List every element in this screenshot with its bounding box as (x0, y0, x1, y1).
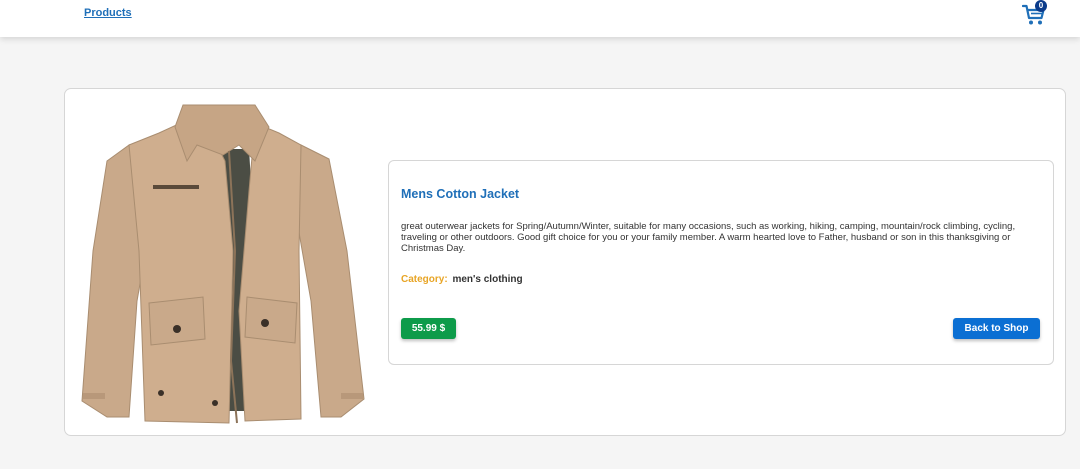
product-details-card: Mens Cotton Jacket great outerwear jacke… (388, 160, 1054, 365)
product-description: great outerwear jackets for Spring/Autum… (401, 221, 1016, 254)
product-image (79, 101, 369, 425)
product-title: Mens Cotton Jacket (401, 187, 520, 201)
navbar: Products 0 (0, 0, 1080, 37)
cart-count-badge: 0 (1035, 0, 1047, 12)
back-to-shop-button[interactable]: Back to Shop (953, 318, 1040, 339)
products-nav-link[interactable]: Products (84, 7, 132, 19)
category-label: Category: (401, 274, 448, 285)
category-value: men's clothing (452, 274, 523, 285)
price-badge: 55.99 $ (401, 318, 456, 339)
jacket-image (81, 104, 365, 424)
cart-button[interactable]: 0 (1022, 0, 1048, 27)
product-category: Category: men's clothing (401, 274, 523, 285)
product-card: Mens Cotton Jacket great outerwear jacke… (64, 88, 1066, 436)
